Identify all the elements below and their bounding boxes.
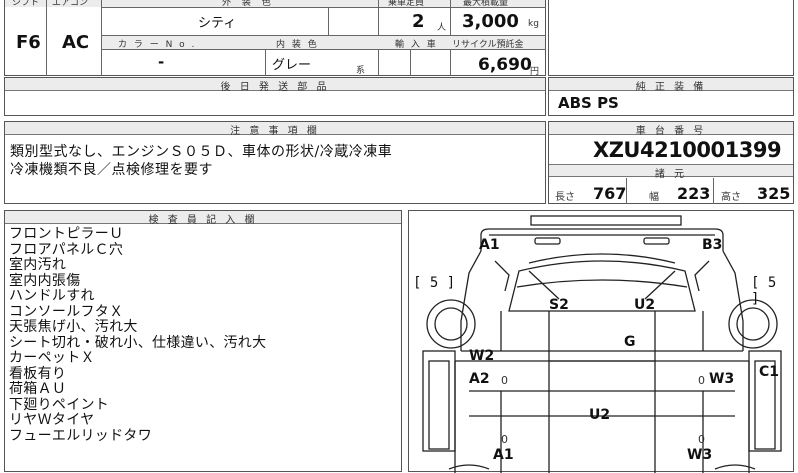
inspector-line: リヤＷタイヤ	[9, 412, 95, 428]
recycle-fee-value: 6,690	[478, 55, 532, 75]
inspector-line: 荷箱ＡＵ	[9, 381, 67, 397]
interior-color-value: グレー	[272, 58, 312, 73]
mark-side-right-lower: W3	[709, 371, 735, 387]
mark-side-left-lower: A2	[469, 371, 490, 387]
genuine-equipment-header: 純 正 装 備	[635, 82, 707, 93]
top-right-box	[548, 0, 794, 76]
mark-seat-right: U2	[634, 297, 656, 313]
tyre-right-count: [ 5 ]	[751, 275, 777, 307]
inspector-line: カーペットＸ	[9, 350, 95, 366]
mark-bottom-left: A1	[493, 447, 514, 463]
inspector-line: 室内内張傷	[9, 272, 81, 289]
tyre-left-count: [ 5 ]	[413, 275, 456, 291]
inspector-section: 検 査 員 記 入 欄 フロントピラーＵ フロアパネルＣ穴 室内汚れ 室内内張傷 ハンド…	[4, 210, 402, 472]
chassis-number: XZU4210001399	[593, 138, 782, 162]
later-parts-section: 後 日 発 送 部 品	[4, 77, 546, 116]
inspector-line: 下廻りペイント	[9, 396, 110, 413]
notes-header: 注 意 事 項 欄	[230, 126, 320, 137]
genuine-equipment-section: 純 正 装 備 ABS PS	[548, 77, 794, 116]
truck-outline	[422, 215, 782, 473]
mark-side-left-upper: W2	[469, 348, 495, 364]
width-value: 223	[677, 184, 711, 203]
recycle-fee-unit: 円	[530, 67, 540, 77]
length-value: 767	[593, 184, 627, 203]
max-load-value: 3,000	[462, 11, 519, 32]
genuine-equipment-value: ABS PS	[558, 94, 619, 112]
notes-line-1: 類別型式なし、エンジンＳ０５Ｄ、車体の形状/冷蔵冷凍車	[10, 144, 393, 160]
inspector-line: ハンドルすれ	[9, 288, 95, 304]
inspector-line: フロントピラーＵ	[9, 226, 124, 242]
capacity-value: 2	[412, 11, 425, 32]
height-value: 325	[757, 184, 791, 203]
aircon-value: AC	[62, 32, 90, 53]
zero-bottom-left: 0	[501, 433, 508, 446]
label-color-no: カ ラ ー N o .	[118, 40, 197, 50]
chassis-section: 車 台 番 号 XZU4210001399 諸 元 長さ 767 幅 223 高…	[548, 121, 794, 204]
notes-section: 注 意 事 項 欄 類別型式なし、エンジンＳ０５Ｄ、車体の形状/冷蔵冷凍車 冷凍…	[4, 121, 546, 204]
mark-seat-left: S2	[549, 297, 569, 313]
zero-left: 0	[501, 374, 508, 387]
inspector-line: コンソールフタＸ	[9, 303, 124, 320]
label-interior-color: 内 装 色	[276, 40, 319, 50]
label-import: 輸 入 車	[395, 40, 438, 50]
dims-header: 諸 元	[654, 169, 688, 180]
max-load-unit: kg	[528, 19, 539, 29]
vehicle-diagram: A1 B3 S2 U2 G W2 A2 W3 C1 U2 A1 W3 [ 5 ]…	[408, 210, 794, 473]
length-label: 長さ	[555, 192, 575, 203]
height-label: 高さ	[721, 192, 741, 203]
inspector-line: フロアパネルＣ穴	[9, 241, 124, 258]
header-shift: シフト	[12, 0, 40, 8]
inspector-line: シート切れ・破れ小、仕様違い、汚れ大	[9, 334, 267, 351]
width-label: 幅	[649, 192, 659, 203]
later-parts-header: 後 日 発 送 部 品	[220, 82, 330, 93]
mark-rear-right-outer: C1	[759, 364, 780, 380]
exterior-color-value: シティ	[198, 16, 237, 31]
label-recycle: リサイクル預託金	[452, 40, 524, 50]
notes-line-2: 冷凍機類不良／点検修理を要す	[10, 162, 213, 178]
mark-front-left: A1	[479, 237, 500, 253]
mark-center: G	[624, 334, 636, 350]
inspector-line: 看板有り	[9, 365, 67, 382]
chassis-header: 車 台 番 号	[635, 126, 707, 137]
inspector-line: フューエルリッドタワ	[9, 427, 152, 444]
shift-value: F6	[16, 32, 41, 53]
capacity-unit: 人	[437, 23, 447, 33]
inspector-line: 天張焦げ小、汚れ大	[9, 319, 138, 335]
header-aircon: エアコン	[52, 0, 89, 8]
mark-front-right: B3	[702, 237, 723, 253]
zero-bottom-right: 0	[698, 433, 705, 446]
mark-bottom-right: W3	[687, 447, 713, 463]
mark-bed-center: U2	[589, 407, 611, 423]
inspector-line: 室内汚れ	[9, 257, 67, 273]
interior-suffix: 系	[356, 66, 366, 76]
zero-right: 0	[698, 374, 705, 387]
inspector-header: 検 査 員 記 入 欄	[148, 215, 258, 226]
color-no-value: -	[158, 53, 165, 71]
inspector-lines: フロントピラーＵ フロアパネルＣ穴 室内汚れ 室内内張傷 ハンドルすれ コンソールフタＸ 天…	[9, 226, 267, 444]
